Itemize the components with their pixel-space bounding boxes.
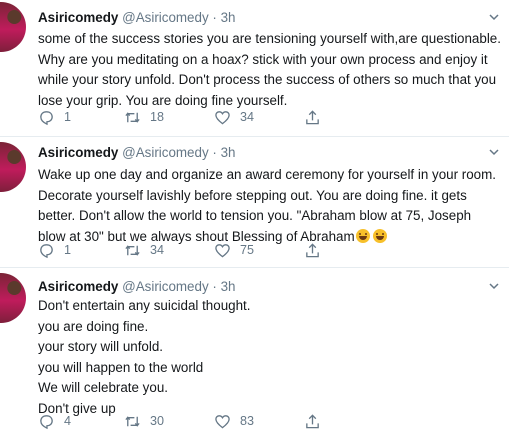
share-icon xyxy=(306,414,319,429)
like-button[interactable]: 83 xyxy=(214,413,254,430)
like-button[interactable]: 75 xyxy=(214,242,254,259)
retweet-button[interactable]: 34 xyxy=(124,242,164,259)
reply-button[interactable]: 1 xyxy=(38,242,71,259)
reply-icon xyxy=(40,244,53,259)
tweet[interactable]: Asiricomedy @Asiricomedy · 3h Don't ente… xyxy=(0,268,509,437)
tweet[interactable]: Asiricomedy @Asiricomedy · 3h Wake up on… xyxy=(0,137,509,268)
tweet-text-line: lose your grip. You are doing fine yours… xyxy=(38,92,288,108)
like-count: 75 xyxy=(240,243,255,257)
display-name[interactable]: Asiricomedy xyxy=(38,145,118,160)
user-handle[interactable]: @Asiricomedy xyxy=(122,10,209,25)
tweet-text-line: while your story unfold. Don't process t… xyxy=(38,72,497,87)
tweet-text-line: Don't entertain any suicidal thought. xyxy=(38,298,251,313)
retweet-icon xyxy=(125,245,140,256)
avatar[interactable] xyxy=(0,2,26,52)
tweet-header: Asiricomedy @Asiricomedy · 3h xyxy=(38,278,236,296)
tweet-text: Wake up one day and organize an award ce… xyxy=(38,165,501,247)
user-handle[interactable]: @Asiricomedy xyxy=(122,145,209,160)
heart-icon xyxy=(215,415,230,429)
heart-icon xyxy=(215,244,230,258)
like-count: 34 xyxy=(240,110,255,124)
retweet-icon xyxy=(125,112,140,123)
reply-icon xyxy=(40,415,53,430)
separator-dot: · xyxy=(212,10,217,25)
tweet-text: Don't entertain any suicidal thought. yo… xyxy=(38,296,501,419)
reply-button[interactable]: 1 xyxy=(38,109,71,126)
tweet-text-line: you are doing fine. xyxy=(38,318,149,334)
separator-dot: · xyxy=(212,279,217,294)
timestamp[interactable]: 3h xyxy=(221,10,236,25)
tweet-header: Asiricomedy @Asiricomedy · 3h xyxy=(38,9,236,27)
grinning-face-emoji-icon xyxy=(355,228,370,243)
tweet-text-line: you will happen to the world xyxy=(38,359,204,375)
reply-count: 1 xyxy=(64,243,72,257)
reply-count: 4 xyxy=(64,414,72,428)
reply-count: 1 xyxy=(64,110,72,124)
retweet-button[interactable]: 18 xyxy=(124,109,164,126)
tweet-text-line: better. Don't allow the world to tension… xyxy=(38,208,472,223)
tweet-text-line: Why are you meditating on a hoax? stick … xyxy=(38,51,488,67)
tweet-text-line: your story will unfold. xyxy=(38,339,164,354)
share-icon xyxy=(306,110,319,125)
tweet-actions: 4 30 83 xyxy=(38,413,338,431)
grinning-face-emoji-icon xyxy=(372,228,387,243)
tweet[interactable]: Asiricomedy @Asiricomedy · 3h some of th… xyxy=(0,0,509,137)
like-count: 83 xyxy=(240,414,255,428)
tweet-text-line: some of the success stories you are tens… xyxy=(38,31,501,46)
reply-icon xyxy=(40,111,53,126)
chevron-down-icon[interactable] xyxy=(489,147,499,157)
tweet-text: some of the success stories you are tens… xyxy=(38,29,501,111)
heart-icon xyxy=(215,111,230,125)
timestamp[interactable]: 3h xyxy=(221,145,236,160)
like-button[interactable]: 34 xyxy=(214,109,254,126)
tweet-text-line: We will celebrate you. xyxy=(38,380,168,395)
retweet-icon xyxy=(125,416,140,427)
timestamp[interactable]: 3h xyxy=(221,279,236,294)
tweet-actions: 1 34 75 xyxy=(38,242,338,260)
tweet-text-line: Wake up one day and organize an award ce… xyxy=(38,167,497,182)
tweet-header: Asiricomedy @Asiricomedy · 3h xyxy=(38,144,236,162)
retweet-count: 30 xyxy=(150,414,165,428)
share-icon xyxy=(306,243,319,258)
share-button[interactable] xyxy=(304,109,330,126)
reply-button[interactable]: 4 xyxy=(38,413,71,430)
retweet-button[interactable]: 30 xyxy=(124,413,164,430)
user-handle[interactable]: @Asiricomedy xyxy=(122,279,209,294)
separator-dot: · xyxy=(212,145,217,160)
retweet-count: 34 xyxy=(150,243,165,257)
avatar[interactable] xyxy=(0,273,26,323)
display-name[interactable]: Asiricomedy xyxy=(38,279,118,294)
share-button[interactable] xyxy=(304,242,330,259)
display-name[interactable]: Asiricomedy xyxy=(38,10,118,25)
retweet-count: 18 xyxy=(150,110,165,124)
chevron-down-icon[interactable] xyxy=(489,12,499,22)
chevron-down-icon[interactable] xyxy=(489,281,499,291)
share-button[interactable] xyxy=(304,413,330,430)
avatar[interactable] xyxy=(0,142,26,192)
tweet-actions: 1 18 34 xyxy=(38,109,338,127)
tweet-text-line: Decorate yourself lavishly before steppi… xyxy=(38,187,467,203)
